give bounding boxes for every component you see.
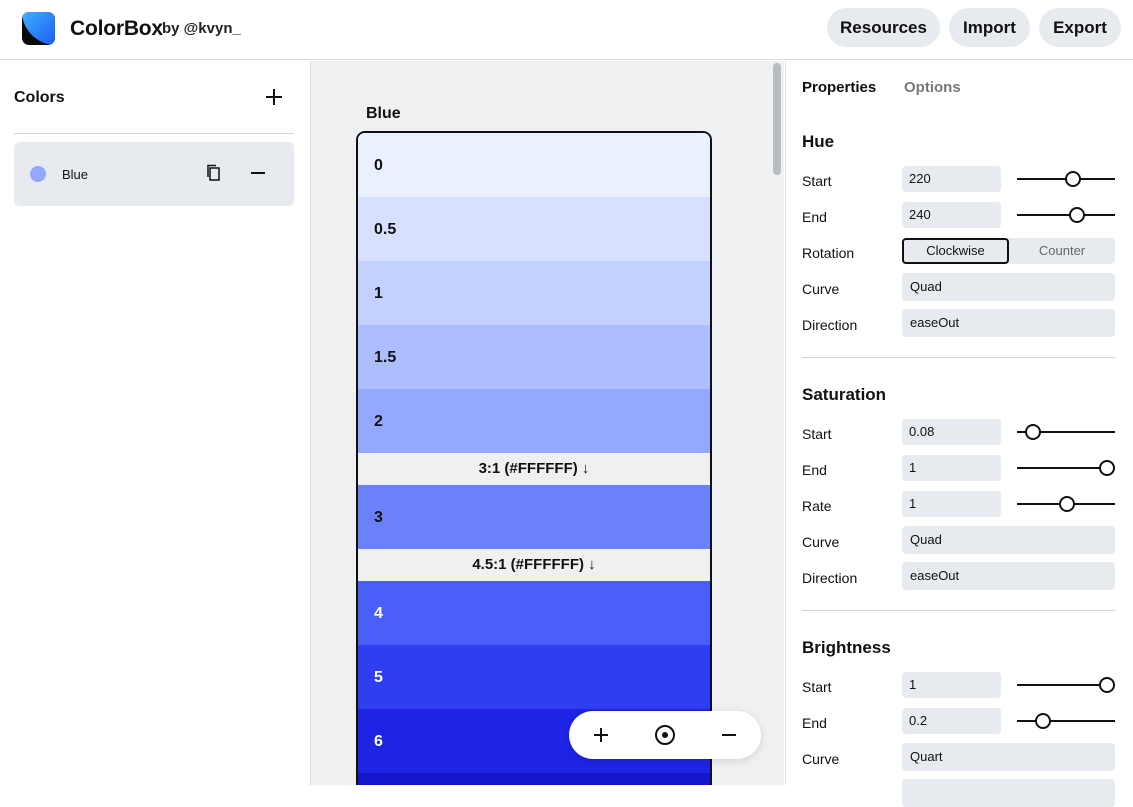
rotation-clockwise-option[interactable]: Clockwise (902, 238, 1009, 264)
color-swatch[interactable]: 5 (358, 645, 710, 709)
slider-thumb[interactable] (1025, 424, 1042, 440)
zoom-in-icon[interactable] (589, 723, 613, 747)
color-swatch[interactable]: 4 (358, 581, 710, 645)
vertical-scrollbar[interactable] (773, 63, 781, 175)
recenter-icon[interactable] (653, 723, 677, 747)
brightness-start-label: Start (802, 679, 832, 695)
palette-canvas: Blue 0 0.5 1 1.5 2 3:1 (#FFFFFF) ↓ 3 4.5:1 (#FF… (311, 61, 784, 785)
import-button[interactable]: Import (949, 8, 1030, 47)
slider-thumb[interactable] (1059, 496, 1075, 512)
zoom-controls (569, 711, 761, 759)
hue-curve-label: Curve (802, 281, 840, 297)
rotation-toggle: Clockwise Counter (902, 238, 1115, 264)
colors-heading: Colors (14, 89, 65, 106)
resources-button[interactable]: Resources (827, 8, 940, 47)
swatch-label: 2 (374, 413, 383, 430)
swatch-label: 3 (374, 509, 383, 526)
export-button[interactable]: Export (1039, 8, 1121, 47)
swatch-label: 1.5 (374, 349, 397, 366)
slider-thumb[interactable] (1035, 713, 1051, 729)
saturation-start-input[interactable]: 0.08 (902, 419, 1001, 445)
color-swatch[interactable]: 1.5 (358, 325, 710, 389)
color-swatch[interactable]: 0.5 (358, 197, 710, 261)
saturation-rate-slider[interactable] (1017, 496, 1115, 516)
color-swatch[interactable] (358, 773, 710, 785)
hue-direction-select[interactable]: easeOut (902, 309, 1115, 337)
duplicate-icon[interactable] (204, 163, 224, 183)
brightness-curve-select[interactable]: Quart (902, 743, 1115, 771)
color-list-item[interactable]: Blue (14, 142, 294, 206)
section-divider (802, 357, 1115, 358)
brightness-start-slider[interactable] (1017, 677, 1115, 697)
swatch-label: 1 (374, 285, 383, 302)
brightness-direction-select[interactable] (902, 779, 1115, 807)
color-swatch[interactable]: 0 (358, 133, 710, 197)
swatch-label: 5 (374, 669, 383, 686)
swatch-label: 6 (374, 733, 383, 750)
swatch-label: 0.5 (374, 221, 397, 238)
slider-thumb[interactable] (1069, 207, 1086, 223)
app-header: ColorBox by @kvyn_ Resources Import Expo… (0, 0, 1133, 60)
colorbox-logo-icon (22, 12, 55, 45)
brightness-end-input[interactable]: 0.2 (902, 708, 1001, 734)
saturation-heading: Saturation (802, 385, 887, 404)
rotation-counter-option[interactable]: Counter (1009, 238, 1115, 264)
saturation-direction-label: Direction (802, 570, 858, 586)
hue-end-input[interactable]: 240 (902, 202, 1001, 228)
brightness-heading: Brightness (802, 638, 891, 657)
contrast-marker: 3:1 (#FFFFFF) ↓ (358, 453, 710, 485)
hue-direction-label: Direction (802, 317, 858, 333)
hue-start-slider[interactable] (1017, 171, 1115, 191)
app-title: ColorBox (70, 17, 163, 40)
contrast-marker: 4.5:1 (#FFFFFF) ↓ (358, 549, 710, 581)
hue-end-slider[interactable] (1017, 207, 1115, 227)
properties-panel: Properties Options Hue Start 220 End 240… (785, 61, 1133, 807)
zoom-out-icon[interactable] (717, 723, 741, 747)
scale-title: Blue (366, 105, 401, 122)
tab-options[interactable]: Options (904, 79, 961, 96)
saturation-rate-input[interactable]: 1 (902, 491, 1001, 517)
slider-thumb[interactable] (1065, 171, 1082, 187)
tab-properties[interactable]: Properties (802, 79, 876, 96)
swatch-label: 4 (374, 605, 383, 622)
saturation-end-slider[interactable] (1017, 460, 1115, 480)
saturation-start-label: Start (802, 426, 832, 442)
slider-thumb[interactable] (1099, 460, 1115, 476)
hue-start-input[interactable]: 220 (902, 166, 1001, 192)
saturation-curve-label: Curve (802, 534, 840, 550)
add-color-icon[interactable] (262, 85, 286, 109)
brightness-curve-label: Curve (802, 751, 840, 767)
saturation-direction-select[interactable]: easeOut (902, 562, 1115, 590)
remove-color-icon[interactable] (248, 163, 268, 183)
section-divider (802, 610, 1115, 611)
color-swatch-dot (30, 166, 46, 182)
color-swatch[interactable]: 1 (358, 261, 710, 325)
brightness-start-input[interactable]: 1 (902, 672, 1001, 698)
saturation-end-label: End (802, 462, 827, 478)
swatch-label: 0 (374, 157, 383, 174)
hue-end-label: End (802, 209, 827, 225)
saturation-end-input[interactable]: 1 (902, 455, 1001, 481)
brightness-end-label: End (802, 715, 827, 731)
saturation-curve-select[interactable]: Quad (902, 526, 1115, 554)
hue-heading: Hue (802, 132, 835, 151)
saturation-rate-label: Rate (802, 498, 832, 514)
hue-start-label: Start (802, 173, 832, 189)
sidebar-divider (14, 133, 294, 134)
color-swatch[interactable]: 3 (358, 485, 710, 549)
color-swatch[interactable]: 2 (358, 389, 710, 453)
colors-sidebar: Colors Blue (0, 61, 311, 785)
brightness-end-slider[interactable] (1017, 713, 1115, 733)
color-scale: 0 0.5 1 1.5 2 3:1 (#FFFFFF) ↓ 3 4.5:1 (#FFFFFF)… (356, 131, 712, 785)
slider-thumb[interactable] (1099, 677, 1115, 693)
hue-rotation-label: Rotation (802, 245, 855, 261)
saturation-start-slider[interactable] (1017, 424, 1115, 444)
color-name: Blue (62, 167, 89, 182)
hue-curve-select[interactable]: Quad (902, 273, 1115, 301)
app-byline[interactable]: by @kvyn_ (162, 20, 241, 37)
